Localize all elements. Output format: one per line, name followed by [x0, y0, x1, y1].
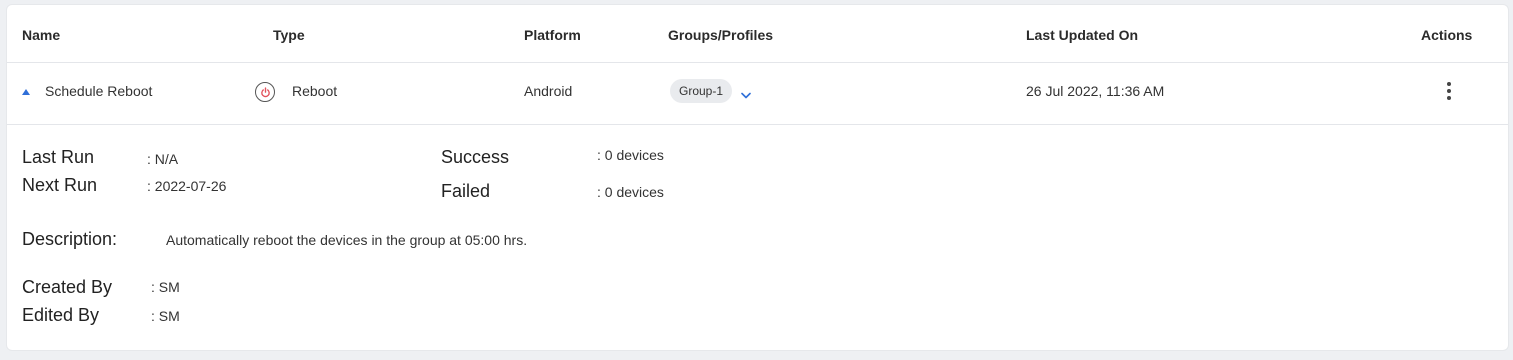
- row-platform: Android: [524, 83, 573, 99]
- table-header: Name Type Platform Groups/Profiles Last …: [7, 5, 1508, 63]
- next-run-label: Next Run: [22, 175, 98, 195]
- last-run-value: : N/A: [147, 151, 179, 167]
- row-name[interactable]: Schedule Reboot: [45, 83, 152, 99]
- column-header-actions: Actions: [1421, 27, 1473, 43]
- failed-label: Failed: [441, 181, 491, 201]
- failed-value: : 0 devices: [597, 184, 664, 200]
- column-header-groups[interactable]: Groups/Profiles: [668, 27, 773, 43]
- column-header-last-updated[interactable]: Last Updated On: [1026, 27, 1138, 43]
- kebab-menu-icon[interactable]: [1445, 82, 1453, 102]
- chevron-down-icon[interactable]: [741, 86, 751, 104]
- power-icon: [255, 82, 275, 102]
- success-label: Success: [441, 147, 510, 167]
- description-label: Description:: [22, 229, 118, 249]
- caret-up-icon[interactable]: [22, 89, 30, 95]
- created-by-label: Created By: [22, 277, 113, 297]
- created-by-value: : SM: [151, 279, 180, 295]
- row-type: Reboot: [292, 83, 338, 99]
- group-badge: Group-1: [670, 79, 733, 103]
- row-last-updated: 26 Jul 2022, 11:36 AM: [1026, 83, 1165, 99]
- column-header-platform[interactable]: Platform: [524, 27, 581, 43]
- column-header-name[interactable]: Name: [22, 27, 60, 43]
- edited-by-value: : SM: [151, 308, 180, 324]
- next-run-value: : 2022-07-26: [147, 178, 227, 194]
- table-row[interactable]: Schedule Reboot Reboot Android Group-1 2…: [7, 62, 1508, 125]
- row-details-panel: Last Run : N/A Next Run : 2022-07-26 Suc…: [7, 125, 1508, 350]
- edited-by-label: Edited By: [22, 305, 100, 325]
- description-value: Automatically reboot the devices in the …: [166, 232, 528, 248]
- last-run-label: Last Run: [22, 147, 95, 167]
- schedule-card: Name Type Platform Groups/Profiles Last …: [6, 4, 1509, 351]
- success-value: : 0 devices: [597, 147, 664, 163]
- column-header-type[interactable]: Type: [273, 27, 305, 43]
